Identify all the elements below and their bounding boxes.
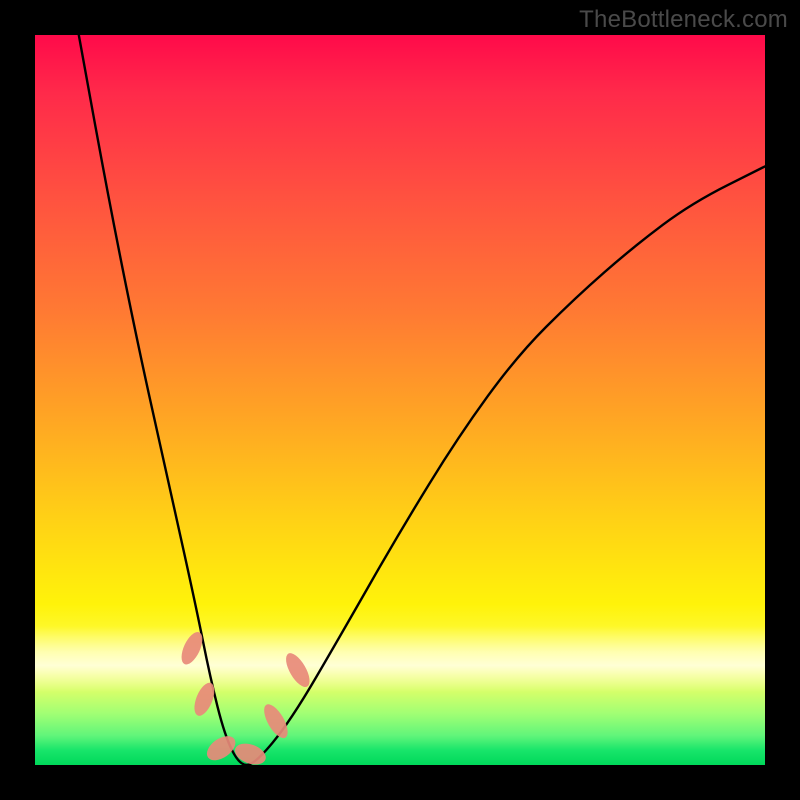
valley-marker: [203, 731, 240, 765]
valley-marker: [232, 740, 269, 765]
curve-layer: [35, 35, 765, 765]
valley-marker: [190, 680, 218, 719]
watermark-text: TheBottleneck.com: [579, 6, 788, 34]
chart-frame: TheBottleneck.com: [0, 0, 800, 800]
valley-markers: [177, 629, 314, 765]
valley-marker: [281, 650, 314, 691]
plot-area: [35, 35, 765, 765]
